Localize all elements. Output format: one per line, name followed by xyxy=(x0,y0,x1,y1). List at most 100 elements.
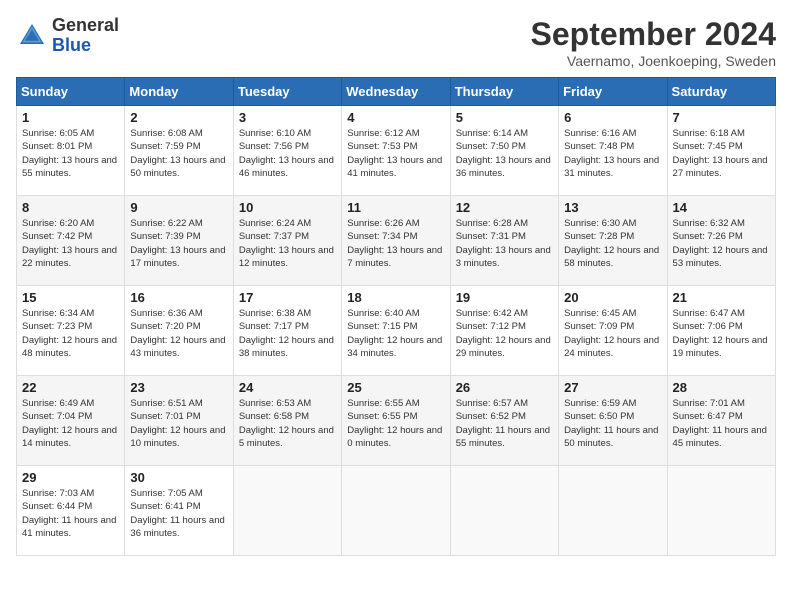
day-info: Sunrise: 6:30 AM Sunset: 7:28 PM Dayligh… xyxy=(564,217,661,270)
day-info: Sunrise: 6:12 AM Sunset: 7:53 PM Dayligh… xyxy=(347,127,444,180)
calendar-week-row: 29 Sunrise: 7:03 AM Sunset: 6:44 PM Dayl… xyxy=(17,466,776,556)
day-number: 21 xyxy=(673,290,770,305)
day-header-tuesday: Tuesday xyxy=(233,78,341,106)
day-info: Sunrise: 6:08 AM Sunset: 7:59 PM Dayligh… xyxy=(130,127,227,180)
calendar-week-row: 1 Sunrise: 6:05 AM Sunset: 8:01 PM Dayli… xyxy=(17,106,776,196)
day-header-wednesday: Wednesday xyxy=(342,78,450,106)
day-info: Sunrise: 6:24 AM Sunset: 7:37 PM Dayligh… xyxy=(239,217,336,270)
day-number: 19 xyxy=(456,290,553,305)
calendar-cell: 21 Sunrise: 6:47 AM Sunset: 7:06 PM Dayl… xyxy=(667,286,775,376)
calendar-cell: 7 Sunrise: 6:18 AM Sunset: 7:45 PM Dayli… xyxy=(667,106,775,196)
day-number: 11 xyxy=(347,200,444,215)
calendar-cell: 29 Sunrise: 7:03 AM Sunset: 6:44 PM Dayl… xyxy=(17,466,125,556)
day-info: Sunrise: 6:26 AM Sunset: 7:34 PM Dayligh… xyxy=(347,217,444,270)
calendar-cell: 28 Sunrise: 7:01 AM Sunset: 6:47 PM Dayl… xyxy=(667,376,775,466)
calendar-cell: 20 Sunrise: 6:45 AM Sunset: 7:09 PM Dayl… xyxy=(559,286,667,376)
day-number: 30 xyxy=(130,470,227,485)
calendar-cell: 2 Sunrise: 6:08 AM Sunset: 7:59 PM Dayli… xyxy=(125,106,233,196)
day-number: 20 xyxy=(564,290,661,305)
calendar-cell: 8 Sunrise: 6:20 AM Sunset: 7:42 PM Dayli… xyxy=(17,196,125,286)
day-number: 1 xyxy=(22,110,119,125)
day-number: 27 xyxy=(564,380,661,395)
calendar-cell: 30 Sunrise: 7:05 AM Sunset: 6:41 PM Dayl… xyxy=(125,466,233,556)
calendar-cell: 27 Sunrise: 6:59 AM Sunset: 6:50 PM Dayl… xyxy=(559,376,667,466)
logo-icon xyxy=(16,20,48,52)
calendar-cell: 18 Sunrise: 6:40 AM Sunset: 7:15 PM Dayl… xyxy=(342,286,450,376)
day-info: Sunrise: 6:53 AM Sunset: 6:58 PM Dayligh… xyxy=(239,397,336,450)
day-header-thursday: Thursday xyxy=(450,78,558,106)
calendar-cell: 12 Sunrise: 6:28 AM Sunset: 7:31 PM Dayl… xyxy=(450,196,558,286)
calendar-cell: 24 Sunrise: 6:53 AM Sunset: 6:58 PM Dayl… xyxy=(233,376,341,466)
day-info: Sunrise: 7:01 AM Sunset: 6:47 PM Dayligh… xyxy=(673,397,770,450)
page-header: General Blue September 2024 Vaernamo, Jo… xyxy=(16,16,776,69)
day-header-friday: Friday xyxy=(559,78,667,106)
day-info: Sunrise: 6:18 AM Sunset: 7:45 PM Dayligh… xyxy=(673,127,770,180)
calendar-cell: 25 Sunrise: 6:55 AM Sunset: 6:55 PM Dayl… xyxy=(342,376,450,466)
day-number: 8 xyxy=(22,200,119,215)
day-info: Sunrise: 6:38 AM Sunset: 7:17 PM Dayligh… xyxy=(239,307,336,360)
day-info: Sunrise: 6:28 AM Sunset: 7:31 PM Dayligh… xyxy=(456,217,553,270)
day-number: 24 xyxy=(239,380,336,395)
day-number: 2 xyxy=(130,110,227,125)
day-info: Sunrise: 6:51 AM Sunset: 7:01 PM Dayligh… xyxy=(130,397,227,450)
day-header-monday: Monday xyxy=(125,78,233,106)
day-info: Sunrise: 6:05 AM Sunset: 8:01 PM Dayligh… xyxy=(22,127,119,180)
calendar-cell: 10 Sunrise: 6:24 AM Sunset: 7:37 PM Dayl… xyxy=(233,196,341,286)
calendar-cell xyxy=(342,466,450,556)
calendar-cell: 6 Sunrise: 6:16 AM Sunset: 7:48 PM Dayli… xyxy=(559,106,667,196)
calendar-table: SundayMondayTuesdayWednesdayThursdayFrid… xyxy=(16,77,776,556)
calendar-cell: 1 Sunrise: 6:05 AM Sunset: 8:01 PM Dayli… xyxy=(17,106,125,196)
day-info: Sunrise: 6:32 AM Sunset: 7:26 PM Dayligh… xyxy=(673,217,770,270)
calendar-cell xyxy=(559,466,667,556)
day-number: 4 xyxy=(347,110,444,125)
calendar-cell xyxy=(233,466,341,556)
day-number: 10 xyxy=(239,200,336,215)
calendar-cell: 22 Sunrise: 6:49 AM Sunset: 7:04 PM Dayl… xyxy=(17,376,125,466)
day-number: 29 xyxy=(22,470,119,485)
day-info: Sunrise: 6:49 AM Sunset: 7:04 PM Dayligh… xyxy=(22,397,119,450)
day-info: Sunrise: 6:22 AM Sunset: 7:39 PM Dayligh… xyxy=(130,217,227,270)
day-header-sunday: Sunday xyxy=(17,78,125,106)
calendar-cell: 15 Sunrise: 6:34 AM Sunset: 7:23 PM Dayl… xyxy=(17,286,125,376)
calendar-cell: 4 Sunrise: 6:12 AM Sunset: 7:53 PM Dayli… xyxy=(342,106,450,196)
day-info: Sunrise: 6:45 AM Sunset: 7:09 PM Dayligh… xyxy=(564,307,661,360)
calendar-cell: 13 Sunrise: 6:30 AM Sunset: 7:28 PM Dayl… xyxy=(559,196,667,286)
day-number: 18 xyxy=(347,290,444,305)
calendar-cell xyxy=(450,466,558,556)
day-info: Sunrise: 6:16 AM Sunset: 7:48 PM Dayligh… xyxy=(564,127,661,180)
day-info: Sunrise: 7:03 AM Sunset: 6:44 PM Dayligh… xyxy=(22,487,119,540)
day-number: 22 xyxy=(22,380,119,395)
day-info: Sunrise: 6:42 AM Sunset: 7:12 PM Dayligh… xyxy=(456,307,553,360)
day-number: 26 xyxy=(456,380,553,395)
day-number: 23 xyxy=(130,380,227,395)
calendar-cell: 16 Sunrise: 6:36 AM Sunset: 7:20 PM Dayl… xyxy=(125,286,233,376)
day-info: Sunrise: 6:20 AM Sunset: 7:42 PM Dayligh… xyxy=(22,217,119,270)
day-number: 7 xyxy=(673,110,770,125)
day-info: Sunrise: 6:10 AM Sunset: 7:56 PM Dayligh… xyxy=(239,127,336,180)
day-info: Sunrise: 6:55 AM Sunset: 6:55 PM Dayligh… xyxy=(347,397,444,450)
calendar-cell: 11 Sunrise: 6:26 AM Sunset: 7:34 PM Dayl… xyxy=(342,196,450,286)
day-number: 5 xyxy=(456,110,553,125)
day-number: 14 xyxy=(673,200,770,215)
day-header-saturday: Saturday xyxy=(667,78,775,106)
calendar-cell: 17 Sunrise: 6:38 AM Sunset: 7:17 PM Dayl… xyxy=(233,286,341,376)
calendar-cell: 14 Sunrise: 6:32 AM Sunset: 7:26 PM Dayl… xyxy=(667,196,775,286)
day-info: Sunrise: 6:57 AM Sunset: 6:52 PM Dayligh… xyxy=(456,397,553,450)
calendar-cell: 9 Sunrise: 6:22 AM Sunset: 7:39 PM Dayli… xyxy=(125,196,233,286)
day-number: 16 xyxy=(130,290,227,305)
calendar-cell: 3 Sunrise: 6:10 AM Sunset: 7:56 PM Dayli… xyxy=(233,106,341,196)
calendar-cell: 5 Sunrise: 6:14 AM Sunset: 7:50 PM Dayli… xyxy=(450,106,558,196)
day-number: 9 xyxy=(130,200,227,215)
day-info: Sunrise: 6:47 AM Sunset: 7:06 PM Dayligh… xyxy=(673,307,770,360)
day-info: Sunrise: 6:36 AM Sunset: 7:20 PM Dayligh… xyxy=(130,307,227,360)
day-number: 15 xyxy=(22,290,119,305)
location-subtitle: Vaernamo, Joenkoeping, Sweden xyxy=(531,53,776,69)
day-number: 13 xyxy=(564,200,661,215)
day-number: 17 xyxy=(239,290,336,305)
day-number: 12 xyxy=(456,200,553,215)
calendar-cell: 19 Sunrise: 6:42 AM Sunset: 7:12 PM Dayl… xyxy=(450,286,558,376)
day-info: Sunrise: 6:34 AM Sunset: 7:23 PM Dayligh… xyxy=(22,307,119,360)
day-number: 25 xyxy=(347,380,444,395)
logo-text: General Blue xyxy=(52,16,119,56)
title-area: September 2024 Vaernamo, Joenkoeping, Sw… xyxy=(531,16,776,69)
